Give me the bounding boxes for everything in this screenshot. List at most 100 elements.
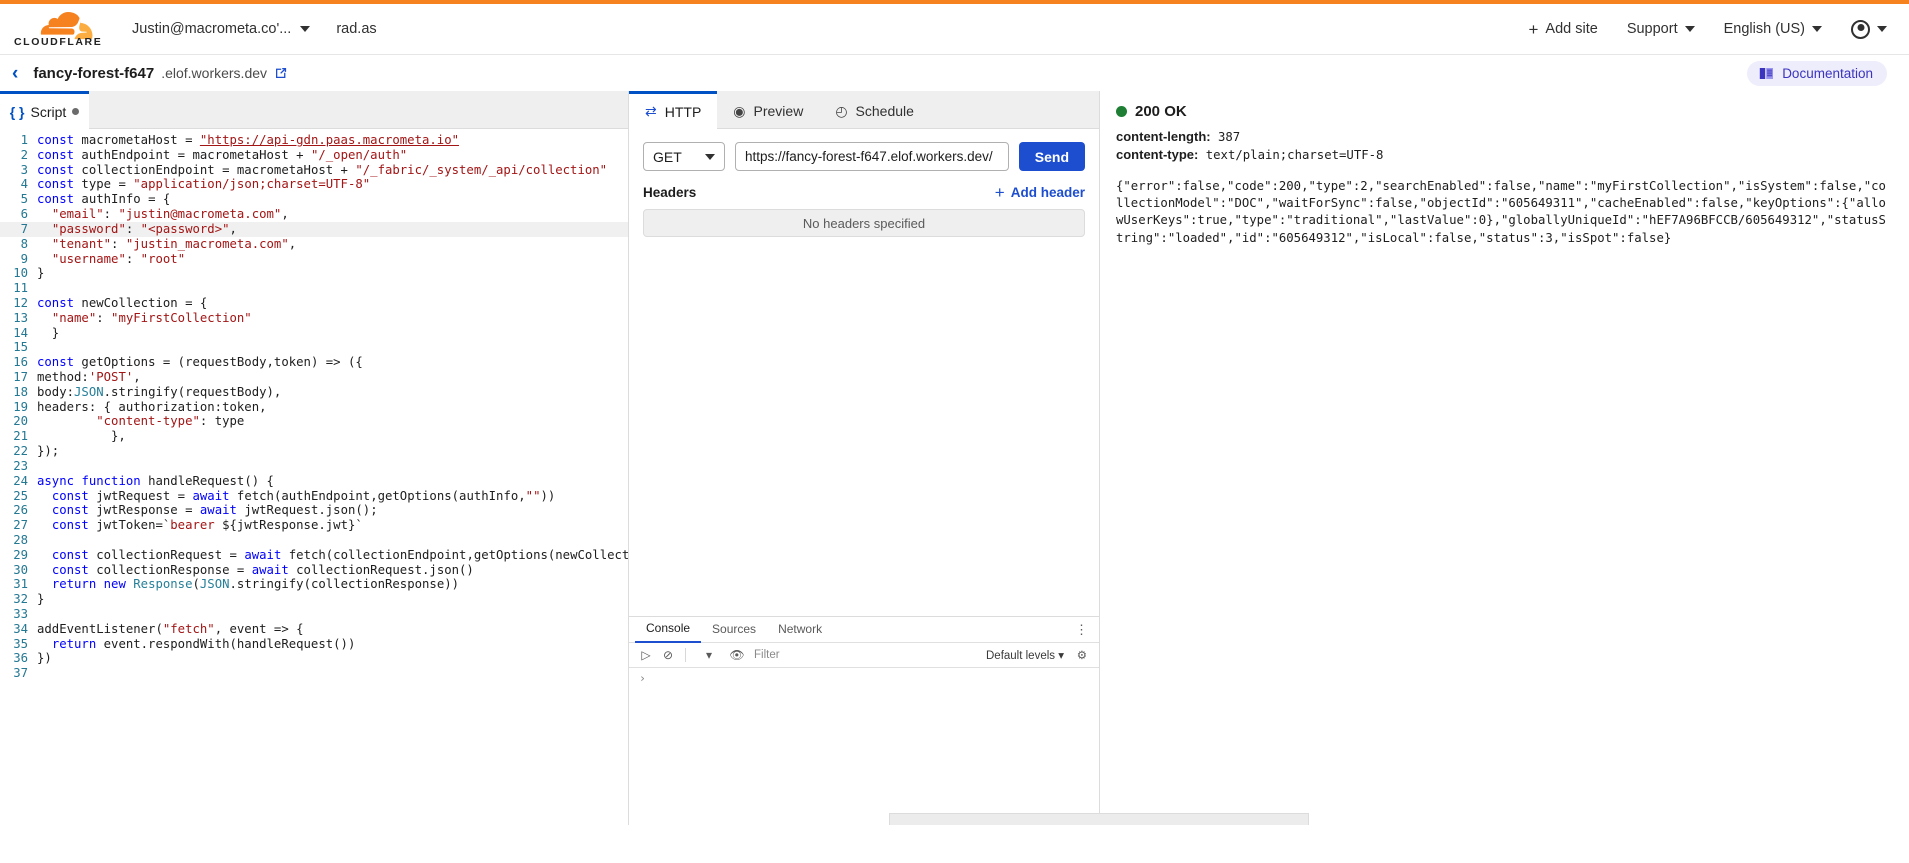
line-number: 28 <box>0 533 37 548</box>
zone-name[interactable]: rad.as <box>336 21 376 37</box>
code-line[interactable]: 32} <box>0 592 628 607</box>
code-text: const authEndpoint = macrometaHost + "/_… <box>37 148 407 163</box>
devtools-settings-gear-icon[interactable]: ⚙ <box>1071 648 1093 662</box>
code-text: return event.respondWith(handleRequest()… <box>37 637 355 652</box>
external-link-icon[interactable] <box>274 66 288 80</box>
code-line[interactable]: 36}) <box>0 651 628 666</box>
code-line[interactable]: 31 return new Response(JSON.stringify(co… <box>0 577 628 592</box>
cloudflare-logo[interactable]: CLOUDFLARE <box>10 12 110 46</box>
user-avatar-icon <box>1851 20 1870 39</box>
code-line[interactable]: 1const macrometaHost = "https://api-gdn.… <box>0 133 628 148</box>
code-line[interactable]: 23 <box>0 459 628 474</box>
line-number: 35 <box>0 637 37 652</box>
code-line[interactable]: 12const newCollection = { <box>0 296 628 311</box>
line-number: 13 <box>0 311 37 326</box>
code-line[interactable]: 27 const jwtToken=`bearer ${jwtResponse.… <box>0 518 628 533</box>
code-line[interactable]: 18body:JSON.stringify(requestBody), <box>0 385 628 400</box>
eye-icon: ◉ <box>733 103 745 120</box>
code-line[interactable]: 13 "name": "myFirstCollection" <box>0 311 628 326</box>
code-editor[interactable]: 1const macrometaHost = "https://api-gdn.… <box>0 129 628 825</box>
code-line[interactable]: 10} <box>0 266 628 281</box>
worker-breadcrumb-bar: ‹ fancy-forest-f647 .elof.workers.dev Do… <box>0 55 1909 91</box>
svg-text:CLOUDFLARE: CLOUDFLARE <box>14 36 102 46</box>
http-method-select[interactable]: GET <box>643 142 725 171</box>
add-site-label: Add site <box>1545 21 1597 37</box>
console-output[interactable]: › <box>629 668 1099 825</box>
code-line[interactable]: 15 <box>0 340 628 355</box>
code-text: "content-type": type <box>37 414 244 429</box>
code-line[interactable]: 30 const collectionResponse = await coll… <box>0 563 628 578</box>
line-number: 32 <box>0 592 37 607</box>
code-line[interactable]: 26 const jwtResponse = await jwtRequest.… <box>0 503 628 518</box>
code-text: const jwtRequest = await fetch(authEndpo… <box>37 489 555 504</box>
code-line[interactable]: 2const authEndpoint = macrometaHost + "/… <box>0 148 628 163</box>
code-line[interactable]: 22}); <box>0 444 628 459</box>
console-filter-input[interactable]: Filter <box>748 649 948 661</box>
code-line[interactable]: 11 <box>0 281 628 296</box>
code-line[interactable]: 6 "email": "justin@macrometa.com", <box>0 207 628 222</box>
line-number: 23 <box>0 459 37 474</box>
documentation-button[interactable]: Documentation <box>1747 61 1887 86</box>
code-line[interactable]: 14 } <box>0 326 628 341</box>
console-hint-bar <box>889 813 1309 825</box>
code-line[interactable]: 33 <box>0 607 628 622</box>
code-line[interactable]: 3const collectionEndpoint = macrometaHos… <box>0 163 628 178</box>
code-text: const collectionRequest = await fetch(co… <box>37 548 628 563</box>
headers-label: Headers <box>643 185 696 200</box>
plus-icon: + <box>1528 21 1538 38</box>
tab-schedule[interactable]: ◴Schedule <box>819 94 930 129</box>
code-line[interactable]: 21 }, <box>0 429 628 444</box>
back-chevron-icon[interactable]: ‹ <box>12 64 18 83</box>
code-line[interactable]: 20 "content-type": type <box>0 414 628 429</box>
code-line[interactable]: 29 const collectionRequest = await fetch… <box>0 548 628 563</box>
code-text: const collectionEndpoint = macrometaHost… <box>37 163 607 178</box>
line-number: 21 <box>0 429 37 444</box>
language-menu[interactable]: English (US) <box>1724 21 1822 37</box>
response-header-value: 387 <box>1211 130 1241 144</box>
context-selector-icon[interactable]: ▾ <box>692 648 726 662</box>
account-switcher[interactable]: Justin@macrometa.co'... <box>132 21 310 37</box>
code-line[interactable]: 4const type = "application/json;charset=… <box>0 177 628 192</box>
request-row: GET https://fancy-forest-f647.elof.worke… <box>629 129 1099 180</box>
code-line[interactable]: 34addEventListener("fetch", event => { <box>0 622 628 637</box>
request-url-input[interactable]: https://fancy-forest-f647.elof.workers.d… <box>735 142 1009 171</box>
code-line[interactable]: 25 const jwtRequest = await fetch(authEn… <box>0 489 628 504</box>
send-button[interactable]: Send <box>1019 142 1085 171</box>
code-text: }); <box>37 444 59 459</box>
code-text: const jwtResponse = await jwtRequest.jso… <box>37 503 378 518</box>
code-line[interactable]: 7 "password": "<password>", <box>0 222 628 237</box>
add-site-button[interactable]: + Add site <box>1528 21 1597 38</box>
code-line[interactable]: 17method:'POST', <box>0 370 628 385</box>
tab-http[interactable]: ⇄HTTP <box>629 91 717 129</box>
line-number: 17 <box>0 370 37 385</box>
code-line[interactable]: 35 return event.respondWith(handleReques… <box>0 637 628 652</box>
devtools-tab-console[interactable]: Console <box>635 616 701 643</box>
request-tabstrip-filler <box>930 94 1099 129</box>
console-prompt[interactable]: › <box>629 668 1099 688</box>
devtools-more-icon[interactable]: ⋮ <box>1065 622 1099 638</box>
code-line[interactable]: 24async function handleRequest() { <box>0 474 628 489</box>
console-levels-select[interactable]: Default levels ▾ <box>986 648 1064 662</box>
support-menu[interactable]: Support <box>1627 21 1695 37</box>
line-number: 31 <box>0 577 37 592</box>
clear-console-icon[interactable]: ⊘ <box>657 648 679 662</box>
live-expression-eye-icon[interactable]: 👁 <box>726 648 748 662</box>
code-line[interactable]: 37 <box>0 666 628 681</box>
tab-preview[interactable]: ◉Preview <box>717 94 819 129</box>
code-line[interactable]: 28 <box>0 533 628 548</box>
code-line[interactable]: 16const getOptions = (requestBody,token)… <box>0 355 628 370</box>
code-line[interactable]: 19headers: { authorization:token, <box>0 400 628 415</box>
code-line[interactable]: 8 "tenant": "justin_macrometa.com", <box>0 237 628 252</box>
devtools-tab-sources[interactable]: Sources <box>701 617 767 642</box>
code-line[interactable]: 5const authInfo = { <box>0 192 628 207</box>
add-header-button[interactable]: + Add header <box>995 184 1085 201</box>
devtools-tab-network[interactable]: Network <box>767 617 833 642</box>
code-line[interactable]: 9 "username": "root" <box>0 252 628 267</box>
line-number: 1 <box>0 133 37 148</box>
line-number: 6 <box>0 207 37 222</box>
tab-script[interactable]: { } Script <box>0 91 89 129</box>
console-execution-context-icon[interactable]: ▷ <box>635 648 657 662</box>
user-menu[interactable] <box>1851 20 1887 39</box>
code-text: const authInfo = { <box>37 192 170 207</box>
status-text: 200 OK <box>1135 103 1187 120</box>
